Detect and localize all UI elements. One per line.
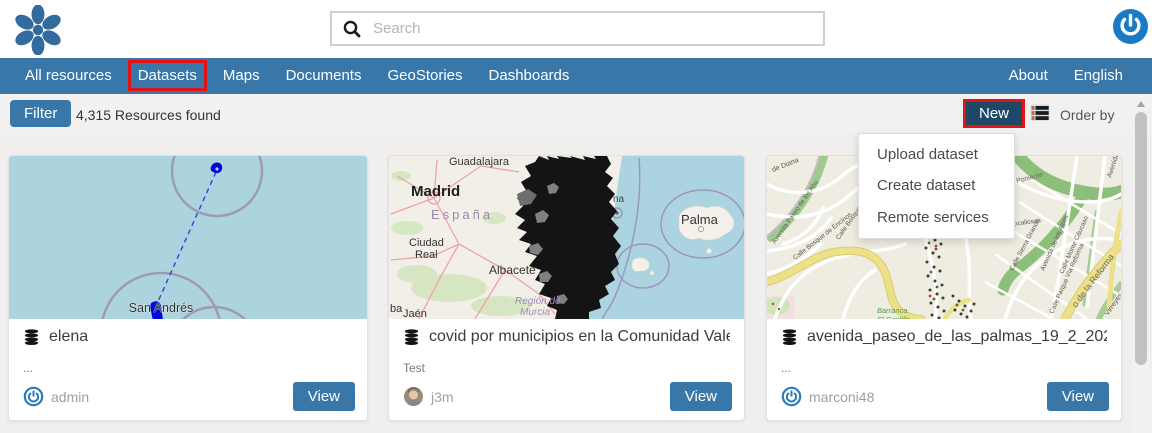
map-label-na: na [613, 194, 625, 205]
nav-item-dashboards[interactable]: Dashboards [476, 58, 583, 94]
app-header [0, 0, 1152, 58]
card-layout-list-icon[interactable] [1030, 104, 1050, 122]
new-button[interactable]: New [966, 102, 1022, 125]
search-bar [330, 11, 825, 46]
map-thumbnail-covid[interactable]: Guadalajara Madrid España Ciudad Real Al… [389, 156, 744, 319]
dataset-type-icon [23, 328, 40, 346]
card-body: covid por municipios en la Comunidad Val… [389, 319, 744, 420]
view-button[interactable]: View [1047, 382, 1109, 411]
nav-item-maps[interactable]: Maps [210, 58, 273, 94]
dataset-title-text: covid por municipios en la Comunidad Val… [429, 328, 730, 346]
map-label-barranca: Barranca [877, 306, 907, 315]
navbar-right-group: About English [996, 58, 1152, 94]
owner-name[interactable]: marconi48 [809, 389, 874, 405]
dataset-type-icon [781, 328, 798, 346]
owner-name[interactable]: admin [51, 389, 89, 405]
dataset-title[interactable]: avenida_paseo_de_las_palmas_19_2_2022_o.… [781, 328, 1107, 346]
map-label-region-de: Región de [515, 296, 561, 307]
map-label-jaen: Jaén [403, 308, 427, 319]
card-body: avenida_paseo_de_las_palmas_19_2_2022_o.… [767, 319, 1121, 420]
card-footer: marconi48 View [781, 382, 1109, 411]
navbar-left-group: All resources Datasets Maps Documents Ge… [0, 58, 582, 94]
view-button[interactable]: View [293, 382, 355, 411]
map-label-san-andres: San Andrés [129, 301, 194, 315]
dataset-description: ... [781, 361, 1107, 375]
menu-item-create-dataset[interactable]: Create dataset [859, 170, 1014, 201]
order-by-dropdown[interactable]: Order by [1060, 107, 1114, 123]
owner-name[interactable]: j3m [431, 389, 454, 405]
nav-item-all-resources[interactable]: All resources [12, 58, 125, 94]
palma-town-dot [699, 227, 704, 232]
map-label-guadalajara: Guadalajara [449, 156, 510, 168]
dataset-title[interactable]: elena [23, 328, 353, 346]
owner-avatar-photo[interactable] [403, 386, 424, 407]
dataset-title[interactable]: covid por municipios en la Comunidad Val… [403, 328, 730, 346]
search-icon [342, 19, 362, 39]
scrollbar-up-arrow-icon[interactable] [1137, 101, 1145, 107]
map-label-ciudad: Ciudad [409, 237, 444, 249]
user-avatar-power-icon[interactable] [1112, 8, 1149, 45]
card-footer: j3m View [403, 382, 732, 411]
nav-item-about[interactable]: About [996, 58, 1061, 94]
dataset-description: Test [403, 361, 730, 375]
search-input[interactable] [373, 20, 813, 37]
geonode-logo-icon[interactable] [12, 5, 64, 55]
dataset-card-elena[interactable]: San Andrés elena ... [8, 155, 368, 421]
owner-avatar-power-icon[interactable] [781, 386, 802, 407]
dataset-title-text: avenida_paseo_de_las_palmas_19_2_2022_o.… [807, 328, 1107, 346]
toolbar: Filter 4,315 Resources found New Order b… [0, 94, 1152, 134]
map-label-albacete: Albacete [489, 263, 536, 277]
dataset-type-icon [403, 328, 420, 346]
nav-item-datasets[interactable]: Datasets [125, 58, 210, 94]
map-label-ba: ba [390, 303, 403, 315]
nav-item-datasets-label: Datasets [138, 67, 197, 84]
card-footer: admin View [23, 382, 355, 411]
main-navbar: All resources Datasets Maps Documents Ge… [0, 58, 1152, 94]
menu-item-upload-dataset[interactable]: Upload dataset [859, 139, 1014, 170]
map-label-real: Real [415, 249, 438, 261]
view-button[interactable]: View [670, 382, 732, 411]
annotation-box-new: New [963, 99, 1025, 128]
nav-item-language[interactable]: English [1061, 58, 1136, 94]
map-label-madrid: Madrid [411, 183, 460, 200]
map-label-murcia: Murcia [520, 307, 550, 318]
owner-avatar-power-icon[interactable] [23, 386, 44, 407]
scrollbar-thumb[interactable] [1135, 112, 1147, 365]
new-dropdown-menu: Upload dataset Create dataset Remote ser… [858, 133, 1015, 239]
dataset-card-covid[interactable]: Guadalajara Madrid España Ciudad Real Al… [388, 155, 745, 421]
results-count: 4,315 Resources found [76, 107, 221, 123]
card-body: elena ... admin View [9, 319, 367, 420]
dataset-description: ... [23, 361, 353, 375]
dataset-title-text: elena [49, 328, 88, 346]
nav-item-geostories[interactable]: GeoStories [374, 58, 475, 94]
map-label-espana: España [431, 207, 493, 222]
filter-button[interactable]: Filter [10, 100, 71, 127]
map-thumbnail-elena[interactable]: San Andrés [9, 156, 367, 319]
nav-item-documents[interactable]: Documents [273, 58, 375, 94]
map-label-palma: Palma [681, 212, 719, 227]
vertical-scrollbar[interactable] [1133, 95, 1150, 433]
menu-item-remote-services[interactable]: Remote services [859, 202, 1014, 233]
